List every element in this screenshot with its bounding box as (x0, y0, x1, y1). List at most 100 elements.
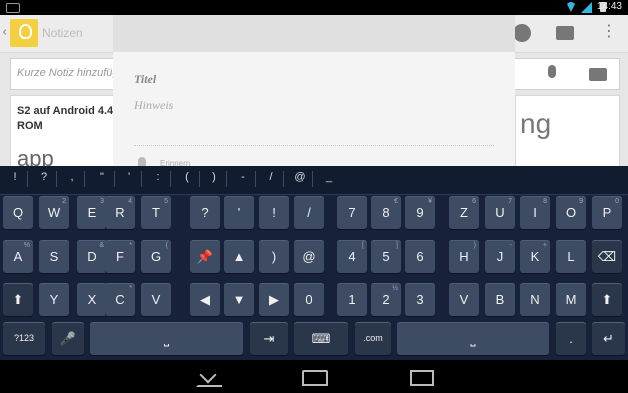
symbol-key[interactable]: ( (177, 171, 197, 183)
backspace-key[interactable]: ⌫ (592, 240, 622, 273)
key-f[interactable]: F * (105, 240, 135, 273)
key-5[interactable]: 5] (371, 240, 401, 273)
symbol-key[interactable]: / (261, 171, 281, 183)
key-y[interactable]: Y (39, 283, 69, 316)
key-r[interactable]: R4 (105, 196, 135, 229)
key-e[interactable]: E3 (77, 196, 107, 229)
space-key[interactable]: ⎵ (397, 322, 549, 355)
key-b[interactable]: B (485, 283, 515, 316)
cursor-key[interactable]: ▲ (224, 240, 254, 273)
key-8[interactable]: 8 € (371, 196, 401, 229)
space-key[interactable]: ⎵ (90, 322, 243, 355)
enter-key[interactable]: ↵ (592, 322, 625, 355)
key-)[interactable]: ) (259, 240, 289, 273)
key-@[interactable]: @ (294, 240, 324, 273)
key-/[interactable]: / (294, 196, 324, 229)
key-label: M (565, 292, 577, 307)
key-i[interactable]: I8 (520, 196, 550, 229)
key-6[interactable]: 6 (405, 240, 435, 273)
key-1[interactable]: 1 (337, 283, 367, 316)
overflow-menu-icon[interactable]: ⋮ (601, 21, 617, 40)
symbol-key[interactable]: " (92, 171, 112, 183)
symbol-key[interactable]: _ (319, 171, 339, 183)
shift-key[interactable]: ⬆ (592, 283, 622, 316)
pin-key[interactable]: 📌 (190, 240, 220, 273)
up-chevron-icon[interactable]: ‹ (2, 25, 7, 40)
camera-icon[interactable] (556, 26, 574, 40)
key-c[interactable]: C * (105, 283, 135, 316)
note-card[interactable]: ng (515, 95, 620, 172)
key-t[interactable]: T5 (141, 196, 171, 229)
key-7[interactable]: 7 (337, 196, 367, 229)
period-key[interactable]: . (556, 322, 586, 355)
key-x[interactable]: X (77, 283, 107, 316)
title-field[interactable]: Titel (134, 72, 156, 87)
key-v[interactable]: V (141, 283, 171, 316)
dotcom-key[interactable]: .com (355, 322, 391, 355)
shift-key[interactable]: ⬆ (3, 283, 33, 316)
key-label: ⇥ (263, 331, 275, 346)
symbol-key[interactable]: ) (204, 171, 224, 183)
symbol-divider (141, 171, 142, 187)
key-g[interactable]: G( (141, 240, 171, 273)
key-![interactable]: ! (259, 196, 289, 229)
key-hint: 0 (615, 198, 619, 205)
symbol-key[interactable]: : (148, 171, 168, 183)
back-icon[interactable] (196, 367, 222, 387)
key-d[interactable]: D & (77, 240, 107, 273)
home-icon[interactable] (302, 370, 328, 386)
app-logo-icon[interactable] (10, 19, 38, 47)
key-p[interactable]: P0 (592, 196, 622, 229)
mic-key[interactable]: 🎤 (52, 322, 84, 355)
symbol-divider (56, 171, 57, 187)
numbers-key[interactable]: ?123 (3, 322, 45, 355)
key-'[interactable]: ' (224, 196, 254, 229)
key-w[interactable]: W2 (39, 196, 69, 229)
symbol-key[interactable]: , (62, 171, 82, 183)
key-hint: + (542, 242, 547, 249)
key-a[interactable]: A% (3, 240, 33, 273)
key-label: A (13, 249, 23, 264)
cursor-key[interactable]: ▼ (224, 283, 254, 316)
key-2[interactable]: 2½ (371, 283, 401, 316)
key-o[interactable]: O9 (556, 196, 586, 229)
note-card[interactable]: S2 auf Android 4.4 ROM app (10, 95, 119, 172)
key-m[interactable]: M (556, 283, 586, 316)
key-l[interactable]: L (556, 240, 586, 273)
key-j[interactable]: J- (485, 240, 515, 273)
symbol-key[interactable]: ' (119, 171, 139, 183)
key-u[interactable]: U7 (485, 196, 515, 229)
key-s[interactable]: S (39, 240, 69, 273)
key-h[interactable]: H) (449, 240, 479, 273)
camera-icon[interactable] (589, 68, 607, 81)
key-k[interactable]: K + (520, 240, 550, 273)
wifi-icon (566, 2, 576, 12)
key-label: V (151, 292, 161, 307)
keyboard-hide-key[interactable]: ⌨ (294, 322, 348, 355)
key-9[interactable]: 9 ¥ (405, 196, 435, 229)
note-field[interactable]: Hinweis (134, 98, 173, 113)
key-q[interactable]: Q (3, 196, 33, 229)
symbol-key[interactable]: ? (34, 171, 54, 183)
key-?[interactable]: ? (190, 196, 220, 229)
cursor-key[interactable]: ◀ (190, 283, 220, 316)
recent-apps-icon[interactable] (410, 370, 434, 386)
symbol-key[interactable]: @ (290, 171, 310, 183)
palette-icon[interactable] (513, 24, 531, 42)
key-n[interactable]: N (520, 283, 550, 316)
key-label: ▶ (269, 292, 279, 307)
key-label: J (496, 249, 504, 264)
key-v[interactable]: V (449, 283, 479, 316)
key-0[interactable]: 0 (294, 283, 324, 316)
key-z[interactable]: Z6 (449, 196, 479, 229)
symbol-key[interactable]: - (233, 171, 253, 183)
cursor-key[interactable]: ▶ (259, 283, 289, 316)
key-4[interactable]: 4[ (337, 240, 367, 273)
tab-key[interactable]: ⇥ (250, 322, 288, 355)
microphone-icon[interactable] (548, 65, 556, 78)
divider (134, 145, 494, 146)
symbol-key[interactable]: ! (5, 171, 25, 183)
key-label: 9 (416, 205, 424, 220)
key-label: 0 (305, 292, 313, 307)
key-3[interactable]: 3 (405, 283, 435, 316)
